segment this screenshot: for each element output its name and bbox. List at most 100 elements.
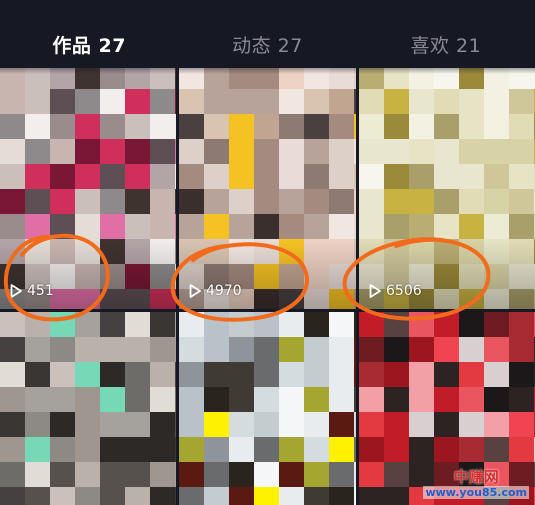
mosaic-tile [329, 139, 354, 164]
mosaic-tile [150, 139, 175, 164]
mosaic-tile [509, 362, 534, 387]
mosaic-tile [304, 412, 329, 437]
mosaic-tile [359, 214, 384, 239]
mosaic-tile [100, 189, 125, 214]
mosaic-tile [279, 289, 304, 309]
mosaic-tile [384, 487, 409, 505]
play-count-value: 6506 [386, 283, 422, 299]
mosaic-tile [179, 412, 204, 437]
mosaic-tile [179, 89, 204, 114]
mosaic-tile [329, 114, 354, 139]
mosaic-tile [329, 164, 354, 189]
mosaic-tile [204, 412, 229, 437]
mosaic-tile [175, 487, 176, 505]
tab-likes[interactable]: 喜欢 21 [357, 0, 535, 68]
video-thumbnail[interactable]: 451 [0, 64, 176, 309]
mosaic-tile [459, 189, 484, 214]
mosaic-tile [0, 412, 25, 437]
mosaic-tile [75, 387, 100, 412]
video-thumbnail[interactable] [179, 312, 356, 505]
mosaic-tile [409, 114, 434, 139]
mosaic-tile [125, 89, 150, 114]
mosaic-tile [484, 362, 509, 387]
video-thumbnail[interactable]: 4970 [179, 64, 356, 309]
mosaic-tile [0, 337, 25, 362]
mosaic-tile [279, 114, 304, 139]
mosaic-tile [100, 487, 125, 505]
mosaic-tile [0, 462, 25, 487]
profile-videos-screen: 作品 27 动态 27 喜欢 21 451 4970 6506 中赚网 www.… [0, 0, 535, 505]
mosaic-tile [509, 289, 534, 309]
mosaic-tile [100, 114, 125, 139]
video-thumbnail[interactable]: 6506 [359, 64, 535, 309]
mosaic-tile [25, 312, 50, 337]
mosaic-tile [75, 189, 100, 214]
mosaic-tile [150, 89, 175, 114]
mosaic-tile [179, 487, 204, 505]
mosaic-tile [125, 462, 150, 487]
mosaic-tile [304, 189, 329, 214]
pixelated-thumbnail [359, 64, 535, 309]
mosaic-tile [434, 412, 459, 437]
mosaic-tile [150, 289, 175, 309]
tab-works[interactable]: 作品 27 [0, 0, 178, 68]
mosaic-tile [279, 487, 304, 505]
mosaic-tile [25, 462, 50, 487]
mosaic-tile [50, 337, 75, 362]
mosaic-tile [329, 264, 354, 289]
mosaic-tile [434, 239, 459, 264]
mosaic-tile [100, 387, 125, 412]
tab-dynamics[interactable]: 动态 27 [178, 0, 356, 68]
mosaic-tile [254, 289, 279, 309]
mosaic-tile [459, 289, 484, 309]
mosaic-tile [229, 462, 254, 487]
mosaic-tile [50, 312, 75, 337]
mosaic-tile [100, 437, 125, 462]
mosaic-tile [75, 462, 100, 487]
mosaic-tile [459, 312, 484, 337]
mosaic-tile [179, 164, 204, 189]
mosaic-tile [329, 362, 354, 387]
profile-tab-bar: 作品 27 动态 27 喜欢 21 [0, 0, 535, 68]
mosaic-tile [229, 239, 254, 264]
mosaic-tile [125, 164, 150, 189]
mosaic-tile [204, 214, 229, 239]
mosaic-tile [179, 114, 204, 139]
mosaic-tile [329, 312, 354, 337]
mosaic-tile [409, 89, 434, 114]
mosaic-tile [329, 387, 354, 412]
mosaic-tile [409, 214, 434, 239]
mosaic-tile [75, 362, 100, 387]
mosaic-tile [254, 214, 279, 239]
mosaic-tile [354, 312, 356, 337]
mosaic-tile [100, 462, 125, 487]
mosaic-tile [384, 189, 409, 214]
mosaic-tile [204, 337, 229, 362]
mosaic-tile [329, 214, 354, 239]
mosaic-tile [354, 362, 356, 387]
mosaic-tile [25, 239, 50, 264]
mosaic-tile [100, 362, 125, 387]
mosaic-tile [434, 437, 459, 462]
mosaic-tile [354, 412, 356, 437]
mosaic-tile [304, 89, 329, 114]
mosaic-tile [484, 114, 509, 139]
mosaic-tile [279, 437, 304, 462]
mosaic-tile [434, 89, 459, 114]
play-icon [367, 283, 383, 299]
mosaic-tile [254, 437, 279, 462]
mosaic-tile [279, 387, 304, 412]
mosaic-tile [359, 412, 384, 437]
mosaic-tile [459, 89, 484, 114]
video-thumbnail[interactable] [0, 312, 176, 505]
mosaic-tile [484, 337, 509, 362]
mosaic-tile [150, 387, 175, 412]
mosaic-tile [354, 264, 356, 289]
mosaic-tile [304, 462, 329, 487]
mosaic-tile [359, 362, 384, 387]
mosaic-tile [75, 139, 100, 164]
mosaic-tile [150, 214, 175, 239]
mosaic-tile [75, 89, 100, 114]
mosaic-tile [175, 189, 176, 214]
mosaic-tile [75, 239, 100, 264]
